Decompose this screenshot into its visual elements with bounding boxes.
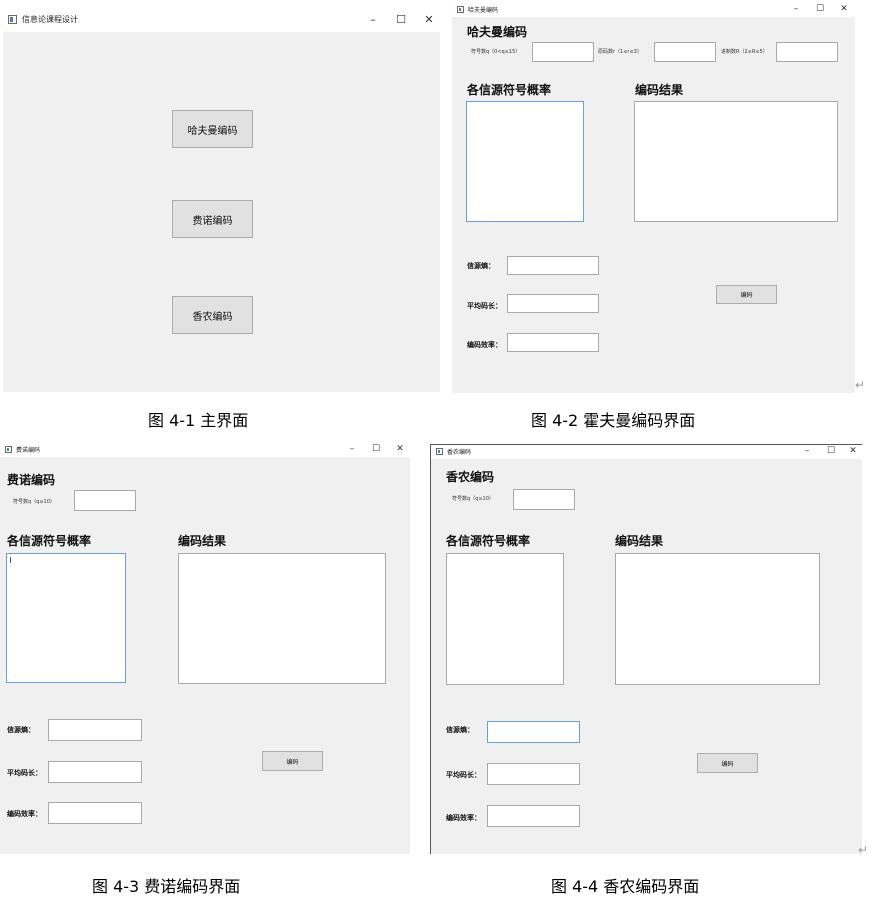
probability-heading: 各信源符号概率: [7, 534, 92, 548]
shannon-window: 香农编码 – ☐ ✕ 香农编码 符号数q（q≥10） 各信源符号概率 编码结果 …: [430, 444, 862, 854]
entropy-label: 信源熵：: [7, 725, 35, 734]
entropy-output[interactable]: [487, 721, 580, 743]
shannon-titlebar[interactable]: 香农编码 – ☐ ✕: [431, 445, 862, 459]
fano-titlebar[interactable]: 费诺编码 – ☐ ✕: [0, 443, 410, 457]
symbol-count-label: 符号数q（q≥10）: [452, 496, 494, 502]
efficiency-label: 编码效率：: [467, 340, 502, 349]
return-mark-icon: ↵: [858, 843, 869, 857]
probability-textarea[interactable]: [6, 553, 126, 683]
avg-length-label: 平均码长：: [446, 770, 481, 779]
avg-length-label: 平均码长：: [467, 301, 502, 310]
app-icon: [5, 446, 12, 453]
symbol-count-label: 符号数q（0<q≤15）: [471, 49, 521, 55]
probability-textarea[interactable]: [466, 101, 584, 222]
shannon-button[interactable]: 香农编码: [172, 296, 253, 334]
result-textarea[interactable]: [634, 101, 838, 222]
encode-button[interactable]: 编码: [697, 753, 758, 773]
entropy-output[interactable]: [507, 256, 599, 275]
fano-button[interactable]: 费诺编码: [172, 200, 253, 238]
huffman-window: 哈夫曼编码 – ☐ ✕ 哈夫曼编码 符号数q（0<q≤15） 原码数r（1≤r≤…: [452, 3, 855, 393]
app-icon: [457, 6, 464, 13]
close-icon[interactable]: ✕: [835, 3, 853, 15]
minimize-icon[interactable]: –: [787, 3, 805, 15]
maximize-icon[interactable]: ☐: [811, 3, 829, 15]
avg-length-output[interactable]: [48, 761, 142, 783]
result-heading: 编码结果: [178, 534, 227, 548]
symbol-count-input[interactable]: [513, 489, 575, 510]
efficiency-label: 编码效率：: [7, 809, 42, 818]
minimize-icon[interactable]: –: [798, 445, 816, 457]
main-window: 信息论课程设计 – ☐ ✕ 哈夫曼编码 费诺编码 香农编码: [3, 10, 440, 392]
probability-textarea[interactable]: [446, 553, 564, 685]
figure-caption-shannon: 图 4-4 香农编码界面: [551, 877, 700, 896]
fano-window: 费诺编码 – ☐ ✕ 费诺编码 符号数q（q≥10） 各信源符号概率 编码结果 …: [0, 443, 410, 854]
efficiency-output[interactable]: [507, 333, 599, 352]
symbol-count-input[interactable]: [532, 42, 594, 62]
fano-window-title: 费诺编码: [16, 447, 41, 454]
figure-caption-huffman: 图 4-2 霍夫曼编码界面: [531, 411, 696, 430]
encode-button[interactable]: 编码: [262, 751, 323, 771]
symbol-count-input[interactable]: [74, 490, 136, 511]
text-caret: [10, 557, 11, 563]
maximize-icon[interactable]: ☐: [822, 445, 840, 457]
symbol-count-label: 符号数q（q≥10）: [13, 499, 55, 505]
minimize-icon[interactable]: –: [364, 12, 382, 28]
shannon-heading: 香农编码: [446, 470, 495, 484]
entropy-label: 信源熵：: [446, 725, 474, 734]
avg-length-output[interactable]: [507, 294, 599, 313]
probability-heading: 各信源符号概率: [446, 534, 531, 548]
close-icon[interactable]: ✕: [844, 445, 862, 457]
source-code-count-input[interactable]: [654, 42, 716, 62]
huffman-button[interactable]: 哈夫曼编码: [172, 110, 253, 148]
result-heading: 编码结果: [635, 83, 684, 97]
encode-button[interactable]: 编码: [716, 285, 777, 304]
avg-length-output[interactable]: [487, 763, 580, 785]
figure-caption-fano: 图 4-3 费诺编码界面: [92, 877, 241, 896]
radix-label: 进制数R（2≤R≤5）: [721, 49, 768, 55]
close-icon[interactable]: ✕: [391, 443, 409, 455]
shannon-window-title: 香农编码: [447, 449, 472, 456]
close-icon[interactable]: ✕: [420, 12, 438, 28]
main-titlebar[interactable]: 信息论课程设计 – ☐ ✕: [3, 10, 440, 32]
return-mark-icon: ↵: [855, 378, 866, 392]
huffman-window-title: 哈夫曼编码: [468, 7, 499, 14]
efficiency-output[interactable]: [48, 802, 142, 824]
entropy-output[interactable]: [48, 719, 142, 741]
result-textarea[interactable]: [615, 553, 820, 685]
app-icon: [436, 448, 443, 455]
efficiency-label: 编码效率：: [446, 813, 481, 822]
radix-input[interactable]: [776, 42, 838, 62]
source-code-count-label: 原码数r（1≤r≤3）: [598, 49, 642, 55]
result-heading: 编码结果: [615, 534, 664, 548]
avg-length-label: 平均码长：: [7, 768, 42, 777]
huffman-heading: 哈夫曼编码: [467, 25, 528, 39]
main-window-title: 信息论课程设计: [22, 15, 78, 24]
maximize-icon[interactable]: ☐: [392, 12, 410, 28]
entropy-label: 信源熵：: [467, 261, 495, 270]
result-textarea[interactable]: [178, 553, 386, 684]
huffman-titlebar[interactable]: 哈夫曼编码 – ☐ ✕: [452, 3, 855, 17]
minimize-icon[interactable]: –: [343, 443, 361, 455]
efficiency-output[interactable]: [487, 805, 580, 827]
fano-heading: 费诺编码: [7, 473, 56, 487]
maximize-icon[interactable]: ☐: [367, 443, 385, 455]
probability-heading: 各信源符号概率: [467, 83, 552, 97]
app-icon: [8, 15, 17, 24]
figure-caption-main: 图 4-1 主界面: [148, 411, 249, 430]
